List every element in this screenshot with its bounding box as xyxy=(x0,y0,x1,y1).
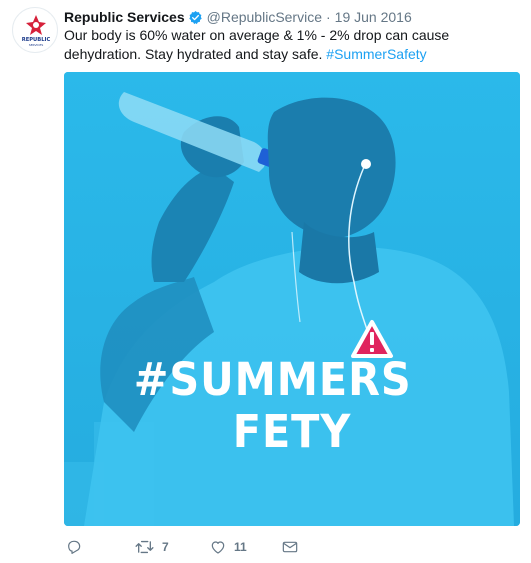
verified-badge-icon xyxy=(188,10,203,25)
tweet-image[interactable]: #SUMMERSFETY xyxy=(64,72,520,526)
tweet-actions: 7 11 xyxy=(64,536,524,558)
svg-text:SERVICES: SERVICES xyxy=(29,43,44,47)
reply-icon xyxy=(68,540,81,554)
envelope-icon xyxy=(282,541,298,553)
direct-message-button[interactable] xyxy=(282,540,298,554)
summer-safety-overlay: #SUMMERSFETY xyxy=(133,353,412,458)
tweet-header: Republic Services @RepublicService · 19 … xyxy=(64,7,412,27)
like-button[interactable]: 11 xyxy=(210,539,247,555)
reply-button[interactable] xyxy=(66,539,82,555)
like-count: 11 xyxy=(234,540,247,554)
avatar[interactable]: REPUBLIC SERVICES xyxy=(12,7,58,53)
separator-dot: · xyxy=(326,9,331,25)
republic-services-logo: REPUBLIC SERVICES xyxy=(22,15,50,47)
retweet-button[interactable]: 7 xyxy=(135,539,169,555)
tweet: REPUBLIC SERVICES Republic Services @Rep… xyxy=(0,0,531,563)
retweet-icon xyxy=(135,540,154,554)
author-name[interactable]: Republic Services xyxy=(64,7,185,27)
retweet-count: 7 xyxy=(162,540,169,554)
tweet-date[interactable]: 19 Jun 2016 xyxy=(335,7,412,27)
hashtag-link[interactable]: #SummerSafety xyxy=(326,46,426,62)
heart-icon xyxy=(211,541,225,554)
author-handle[interactable]: @RepublicService xyxy=(207,7,322,27)
tweet-text: Our body is 60% water on average & 1% - … xyxy=(64,26,524,64)
